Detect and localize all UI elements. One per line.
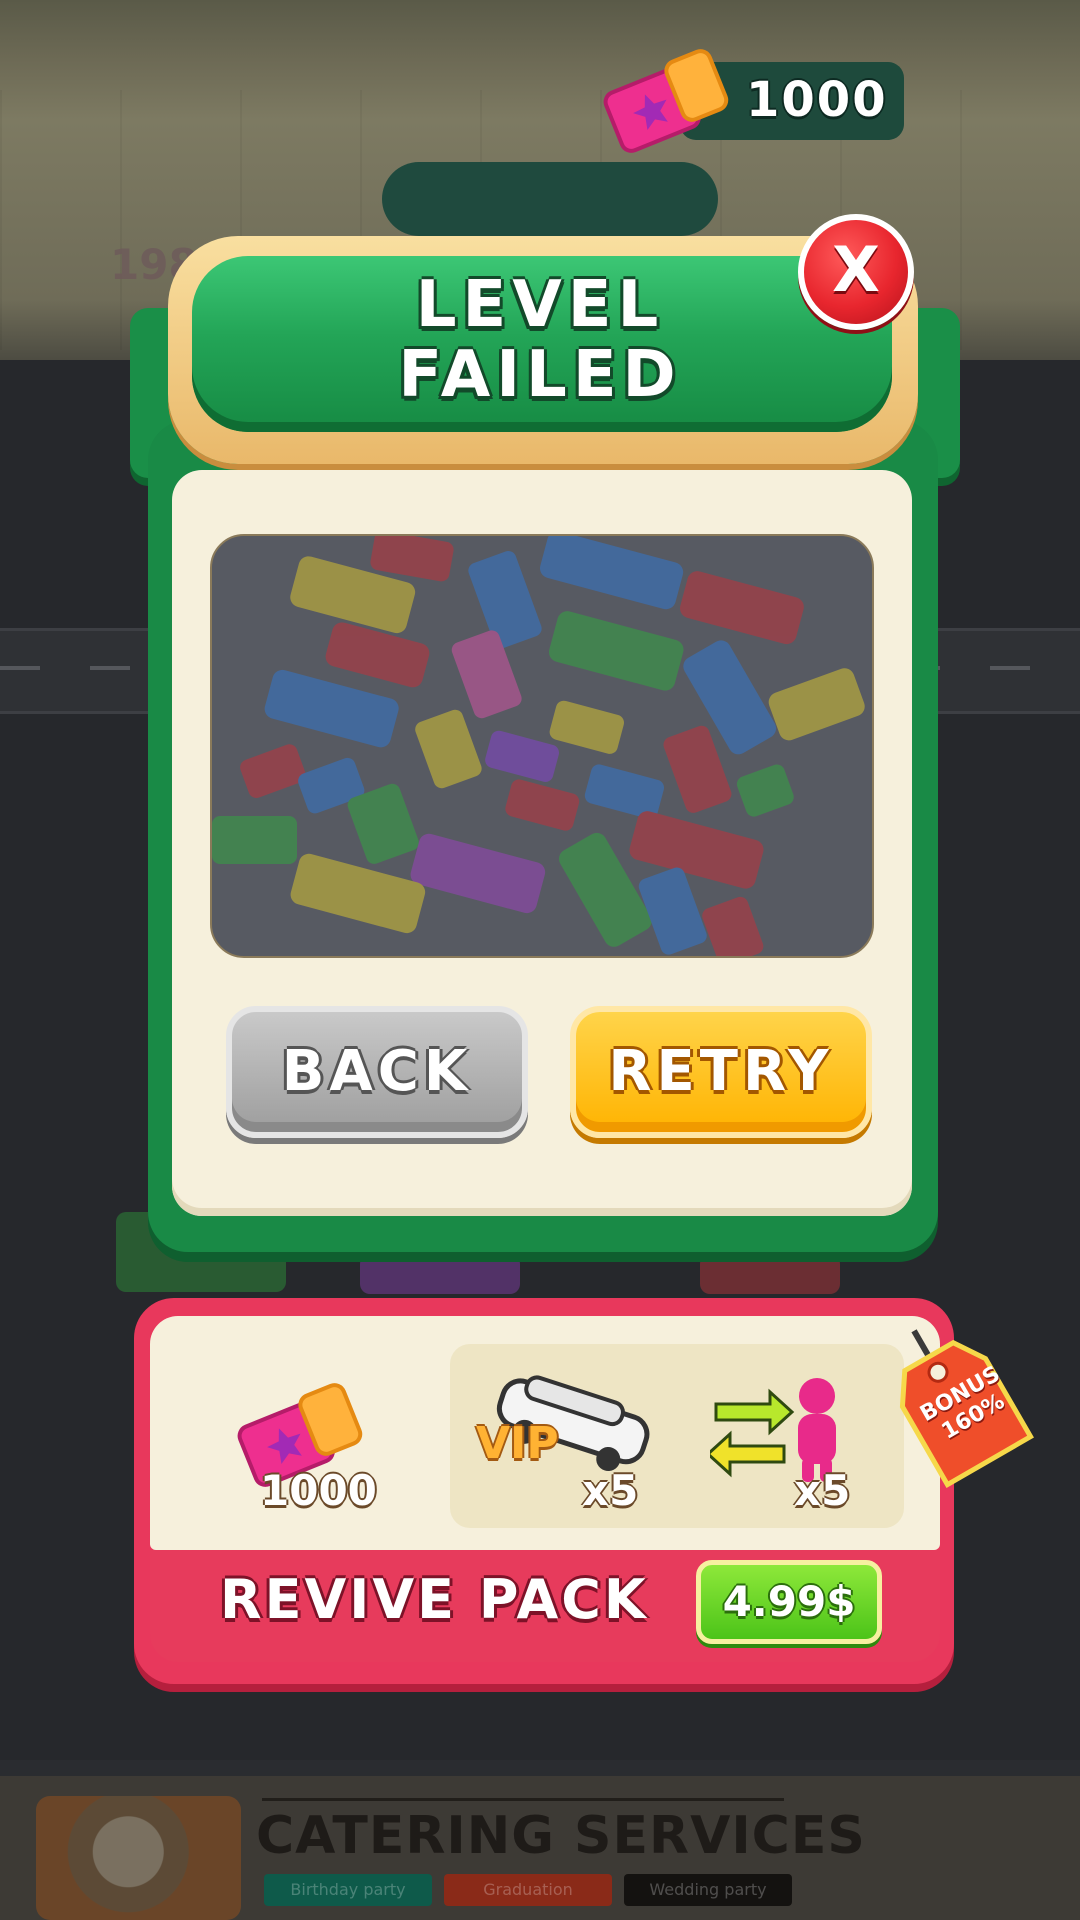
ad-tag: Birthday party: [264, 1874, 432, 1906]
currency-amount: 1000: [746, 72, 888, 128]
ad-tag: Wedding party: [624, 1874, 792, 1906]
background-vehicle: [360, 1254, 520, 1294]
close-button[interactable]: X: [798, 214, 914, 330]
background-vehicle: [700, 1254, 840, 1294]
ticket-icon: [603, 49, 729, 153]
ad-title: CATERING SERVICES: [256, 1806, 866, 1866]
dialog-title-line2: FAILED: [398, 338, 682, 412]
revive-pack-title: REVIVE PACK: [220, 1568, 649, 1631]
ad-tag: Graduation: [444, 1874, 612, 1906]
level-preview-image: [210, 534, 874, 958]
ad-banner[interactable]: CATERING SERVICES Birthday party Graduat…: [0, 1776, 1080, 1920]
ad-food-photo: [36, 1796, 241, 1920]
ticket-reward-count: 1000: [260, 1466, 377, 1515]
vip-limo-count: x5: [582, 1466, 639, 1515]
ad-divider: [262, 1798, 784, 1801]
dialog-title-line1: LEVEL: [415, 268, 665, 342]
background-level-pill: [382, 162, 718, 236]
back-button[interactable]: BACK: [226, 1006, 528, 1138]
swap-person-count: x5: [794, 1466, 851, 1515]
level-preview-vehicles: [212, 536, 872, 956]
retry-button[interactable]: RETRY: [570, 1006, 872, 1138]
vip-label: VIP: [476, 1418, 559, 1469]
buy-price-button[interactable]: 4.99$: [696, 1560, 882, 1644]
